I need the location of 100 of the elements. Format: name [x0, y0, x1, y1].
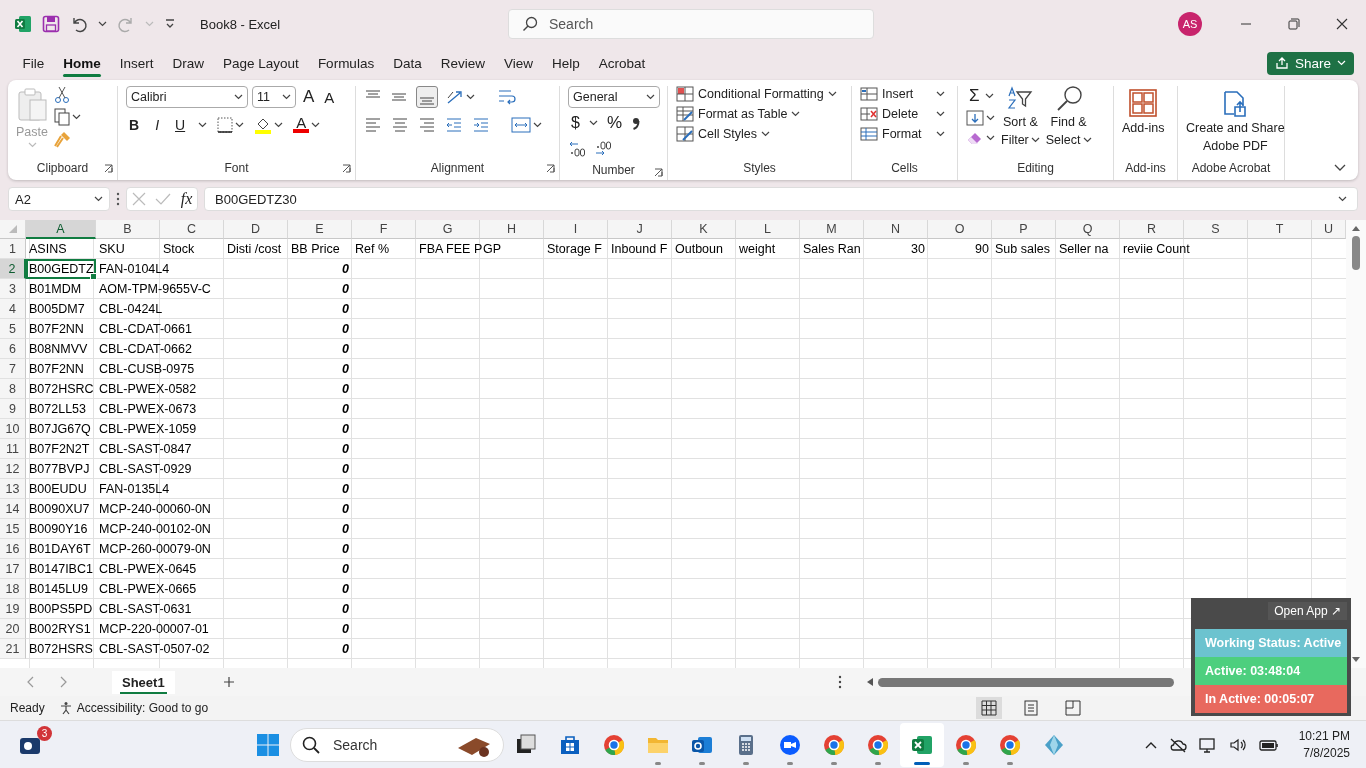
italic-button[interactable]: I — [152, 117, 162, 133]
column-letter[interactable]: H — [480, 220, 544, 239]
caret-icon[interactable] — [533, 122, 542, 128]
borders-icon[interactable] — [217, 117, 234, 133]
copy-icon[interactable] — [54, 108, 70, 126]
font-name-dropdown[interactable]: Calibri — [126, 86, 248, 108]
row-number[interactable]: 5 — [0, 319, 26, 339]
row-number[interactable]: 17 — [0, 559, 26, 579]
merge-cells-icon[interactable] — [511, 116, 531, 134]
start-icon[interactable] — [256, 732, 280, 757]
scrollbar-thumb[interactable] — [878, 677, 1174, 687]
row-number[interactable]: 6 — [0, 339, 26, 359]
column-letter[interactable]: L — [736, 220, 800, 239]
caret-icon[interactable] — [986, 135, 995, 141]
decrease-decimal-icon[interactable] — [594, 140, 612, 158]
column-letter[interactable]: N — [864, 220, 928, 239]
row-number[interactable]: 20 — [0, 619, 26, 639]
column-letter[interactable]: R — [1120, 220, 1184, 239]
column-letter[interactable]: C — [160, 220, 224, 239]
ribbon-tab[interactable]: Help — [542, 50, 590, 76]
row-number[interactable]: 11 — [0, 439, 26, 459]
row-number[interactable]: 21 — [0, 639, 26, 659]
decrease-font-size-button[interactable]: A — [321, 88, 338, 106]
taskbar-search[interactable]: Search — [290, 727, 504, 762]
caret-icon[interactable] — [936, 91, 945, 97]
row-number[interactable]: 13 — [0, 479, 26, 499]
ribbon-tab[interactable]: Acrobat — [589, 50, 655, 76]
row-number[interactable]: 8 — [0, 379, 26, 399]
column-letter[interactable]: B — [96, 220, 160, 239]
battery-icon[interactable] — [1258, 737, 1279, 752]
column-letter[interactable]: G — [416, 220, 480, 239]
caret-icon[interactable] — [466, 94, 475, 100]
row-number[interactable]: 18 — [0, 579, 26, 599]
row-number[interactable]: 15 — [0, 519, 26, 539]
comma-style-icon[interactable] — [631, 115, 642, 131]
bold-button[interactable]: B — [126, 117, 143, 133]
open-app-button[interactable]: Open App ↗ — [1268, 602, 1347, 620]
fill-color-icon[interactable] — [254, 116, 273, 134]
wrap-text-icon[interactable] — [497, 88, 517, 106]
ribbon-tab[interactable]: Insert — [110, 50, 164, 76]
dialog-launcher-icon[interactable] — [342, 164, 351, 173]
row-number[interactable]: 4 — [0, 299, 26, 319]
caret-icon[interactable] — [198, 122, 208, 128]
restore-icon[interactable] — [1288, 18, 1300, 30]
caret-icon[interactable] — [274, 122, 284, 128]
conditional-formatting-button[interactable]: Conditional Formatting — [676, 86, 837, 102]
row-number[interactable]: 1 — [0, 239, 26, 259]
scroll-up-icon[interactable] — [1351, 224, 1361, 232]
caret-icon[interactable] — [984, 93, 994, 99]
find-select-button[interactable]: Find & Select — [1045, 86, 1092, 148]
caret-icon[interactable] — [72, 114, 81, 120]
caret-icon[interactable] — [986, 115, 995, 121]
column-letter[interactable]: T — [1248, 220, 1312, 239]
user-avatar[interactable]: AS — [1178, 12, 1202, 36]
format-as-table-button[interactable]: Format as Table — [676, 106, 837, 122]
row-number[interactable]: 14 — [0, 499, 26, 519]
column-letter[interactable]: E — [288, 220, 352, 239]
sheet-tab[interactable]: Sheet1 — [112, 670, 175, 694]
delete-cells-button[interactable]: Delete — [860, 106, 945, 122]
caret-icon[interactable] — [761, 131, 771, 137]
clock[interactable]: 10:21 PM 7/8/2025 — [1298, 727, 1350, 762]
next-sheet-icon[interactable] — [58, 676, 68, 688]
speaker-icon[interactable] — [1228, 736, 1247, 753]
caret-icon[interactable] — [235, 122, 245, 128]
row-number[interactable]: 10 — [0, 419, 26, 439]
caret-icon[interactable] — [94, 196, 103, 202]
row-number[interactable]: 7 — [0, 359, 26, 379]
increase-decimal-icon[interactable] — [568, 140, 586, 158]
chevron-up-icon[interactable] — [1144, 740, 1157, 749]
undo-icon[interactable] — [70, 15, 88, 33]
caret-icon[interactable] — [234, 94, 243, 100]
dialog-launcher-icon[interactable] — [546, 164, 555, 173]
ribbon-tab[interactable]: Review — [431, 50, 495, 76]
scroll-down-icon[interactable] — [1351, 656, 1361, 664]
name-box[interactable]: A2 — [8, 187, 110, 211]
ribbon-tab[interactable]: Home — [53, 50, 111, 76]
share-button[interactable]: Share — [1266, 51, 1354, 75]
scrollbar-thumb[interactable] — [1352, 236, 1360, 270]
search-field[interactable]: Search — [508, 9, 874, 39]
underline-button[interactable]: U — [172, 117, 189, 133]
column-letter[interactable]: M — [800, 220, 864, 239]
previous-sheet-icon[interactable] — [26, 676, 36, 688]
text-orientation-icon[interactable] — [446, 89, 464, 105]
ribbon-tab[interactable]: File — [13, 50, 54, 76]
column-letter[interactable]: S — [1184, 220, 1248, 239]
cloud-off-icon[interactable] — [1168, 736, 1187, 753]
row-number[interactable]: 19 — [0, 599, 26, 619]
column-letter[interactable]: O — [928, 220, 992, 239]
caret-icon[interactable] — [588, 120, 598, 126]
view-button[interactable] — [976, 697, 1002, 719]
accessibility-status[interactable]: Accessibility: Good to go — [76, 701, 209, 715]
row-number[interactable]: 9 — [0, 399, 26, 419]
caret-icon[interactable] — [1082, 137, 1092, 143]
column-letter[interactable]: P — [992, 220, 1056, 239]
row-number[interactable]: 12 — [0, 459, 26, 479]
add-sheet-icon[interactable] — [222, 676, 235, 688]
dialog-launcher-icon[interactable] — [654, 168, 663, 177]
row-number[interactable]: 2 — [0, 259, 26, 279]
column-letter[interactable]: D — [224, 220, 288, 239]
scroll-left-icon[interactable] — [866, 677, 874, 687]
